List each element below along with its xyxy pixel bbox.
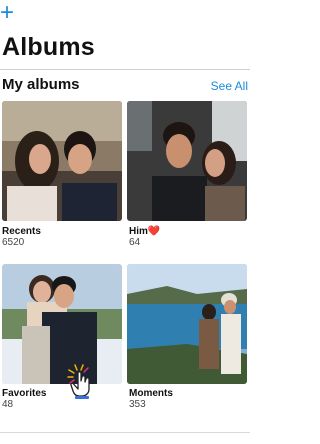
album-name-recents: Recents [2, 226, 41, 237]
bottom-divider [0, 432, 250, 433]
album-name-moments: Moments [129, 388, 173, 399]
album-thumbnail-favorites[interactable] [2, 264, 122, 384]
album-count-recents: 6520 [2, 237, 25, 248]
recents-photo [2, 101, 122, 221]
album-count-him: 64 [129, 237, 141, 248]
album-thumbnail-him[interactable] [127, 101, 247, 221]
moments-photo [127, 264, 247, 384]
header-divider [0, 69, 250, 70]
album-thumbnail-moments[interactable] [127, 264, 247, 384]
add-album-button[interactable]: + [0, 1, 18, 25]
hand-pointer-icon [66, 363, 96, 399]
section-title-my-albums: My albums [2, 76, 80, 93]
album-name-him: Him❤️ [129, 226, 161, 237]
album-thumbnail-recents[interactable] [2, 101, 122, 221]
album-count-moments: 353 [129, 399, 146, 410]
him-photo [127, 101, 247, 221]
page-title: Albums [2, 33, 95, 61]
see-all-link[interactable]: See All [211, 79, 248, 93]
favorites-photo [2, 264, 122, 384]
album-name-favorites: Favorites [2, 388, 47, 399]
album-count-favorites: 48 [2, 399, 14, 410]
